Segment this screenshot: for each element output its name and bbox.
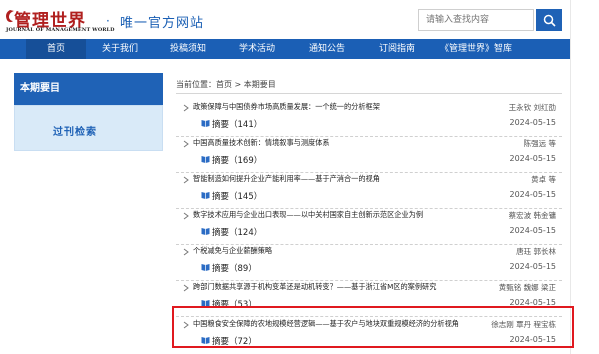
highlight-box (172, 306, 574, 348)
article-item: 政策保障与中国债券市场高质量发展：一个统一的分析框架 王永钦 刘红劭 摘要（14… (176, 99, 562, 137)
book-icon (201, 264, 210, 271)
site-name: 唯一官方网站 (120, 16, 205, 31)
article-authors: 黄卓 等 (531, 175, 556, 184)
breadcrumb-sep: > (232, 80, 244, 89)
article-item: 数字技术应用与企业出口表现——以中关村国家自主创新示范区企业为例 蔡宏波 韩金镛… (176, 207, 562, 245)
search-button[interactable] (536, 9, 562, 31)
article-item: 中国高质量技术创新：情境叙事与测度体系 陈强远 等 摘要（169） 2024-0… (176, 135, 562, 173)
search-icon (543, 14, 556, 27)
logo-subtitle: JOURNAL OF MANAGEMENT WORLD (6, 27, 115, 33)
breadcrumb-home[interactable]: 首页 (216, 80, 232, 89)
journal-logo[interactable]: 管理世界 JOURNAL OF MANAGEMENT WORLD (4, 6, 114, 36)
article-item: 智能制造如何提升企业产能利用率——基于产消合一的视角 黄卓 等 摘要（145） … (176, 171, 562, 209)
arrow-right-icon (183, 140, 189, 148)
book-icon (201, 156, 210, 163)
book-icon (201, 228, 210, 235)
article-authors: 唐珏 郭长林 (516, 247, 556, 256)
article-title[interactable]: 个税减免与企业薪酬策略 (193, 246, 272, 256)
arrow-right-icon (183, 284, 189, 292)
article-authors: 王永钦 刘红劭 (508, 103, 556, 112)
sidebar-title: 本期要目 (14, 73, 163, 105)
arrow-right-icon (183, 212, 189, 220)
scrollbar-area[interactable] (570, 0, 599, 354)
nav-notices[interactable]: 通知公告 (292, 39, 362, 59)
nav-think-tank[interactable]: 《管理世界》智库 (432, 39, 520, 59)
abstract-link[interactable]: 摘要（89） (212, 262, 257, 274)
abstract-link[interactable]: 摘要（141） (212, 118, 262, 130)
article-date: 2024-05-15 (509, 154, 557, 163)
article-item: 个税减免与企业薪酬策略 唐珏 郭长林 摘要（89） 2024-05-15 (176, 243, 562, 281)
archive-search-link[interactable]: 过刊检索 (53, 123, 97, 138)
nav-activities[interactable]: 学术活动 (222, 39, 292, 59)
book-icon (201, 120, 210, 127)
breadcrumb: 当前位置：首页 > 本期要目 (176, 79, 276, 90)
abstract-link[interactable]: 摘要（124） (212, 226, 262, 238)
article-title[interactable]: 智能制造如何提升企业产能利用率——基于产消合一的视角 (193, 174, 380, 184)
article-date: 2024-05-15 (509, 190, 557, 199)
breadcrumb-current: 本期要目 (243, 80, 276, 89)
nav-submission[interactable]: 投稿须知 (154, 39, 222, 59)
abstract-link[interactable]: 摘要（169） (212, 154, 262, 166)
nav-home[interactable]: 首页 (26, 39, 86, 59)
breadcrumb-divider (176, 93, 562, 94)
arrow-right-icon (183, 248, 189, 256)
article-authors: 蔡宏波 韩金镛 (508, 211, 556, 220)
abstract-link[interactable]: 摘要（145） (212, 190, 262, 202)
book-icon (201, 192, 210, 199)
article-date: 2024-05-15 (509, 226, 557, 235)
arrow-right-icon (183, 104, 189, 112)
nav-subscription[interactable]: 订阅指南 (362, 39, 432, 59)
search-input[interactable] (418, 9, 534, 31)
arrow-right-icon (183, 176, 189, 184)
article-title[interactable]: 数字技术应用与企业出口表现——以中关村国家自主创新示范区企业为例 (193, 210, 423, 220)
article-title[interactable]: 中国高质量技术创新：情境叙事与测度体系 (193, 138, 330, 148)
title-separator: · (106, 14, 110, 28)
site-header: 管理世界 JOURNAL OF MANAGEMENT WORLD · 唯一官方网… (0, 0, 599, 40)
article-title[interactable]: 跨部门数据共享源于机构变革还是动机转变？——基于浙江省M区的案例研究 (193, 282, 436, 292)
article-authors: 陈强远 等 (523, 139, 556, 148)
breadcrumb-prefix: 当前位置： (176, 80, 216, 89)
main-nav: 首页 关于我们 投稿须知 学术活动 通知公告 订阅指南 《管理世界》智库 (0, 39, 570, 59)
article-date: 2024-05-15 (509, 118, 557, 127)
nav-about[interactable]: 关于我们 (86, 39, 154, 59)
article-date: 2024-05-15 (509, 262, 557, 271)
article-authors: 黄甄铭 魏娜 梁正 (498, 283, 556, 292)
article-title[interactable]: 政策保障与中国债券市场高质量发展：一个统一的分析框架 (193, 102, 380, 112)
